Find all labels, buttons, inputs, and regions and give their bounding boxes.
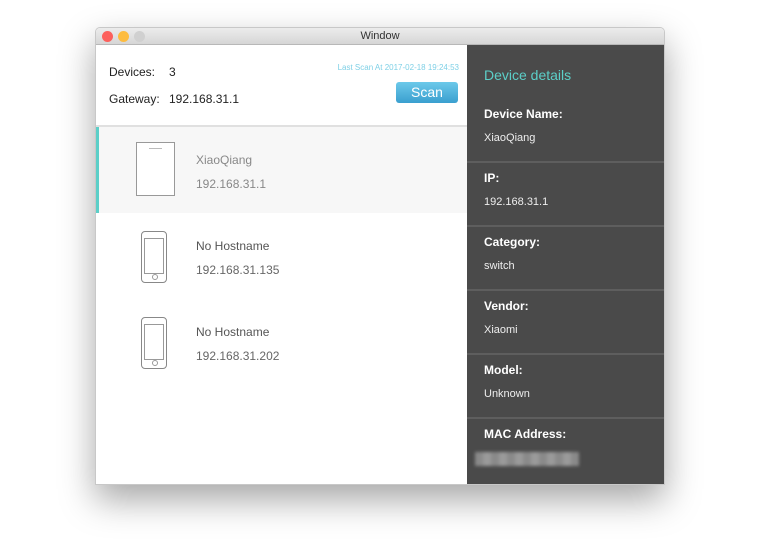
mac-address-redacted bbox=[475, 452, 579, 466]
devices-count: 3 bbox=[169, 65, 176, 79]
zoom-button[interactable] bbox=[134, 31, 145, 42]
device-name: XiaoQiang bbox=[196, 153, 253, 167]
field-value: switch bbox=[484, 260, 515, 272]
gateway-label: Gateway: bbox=[109, 92, 160, 106]
field-value: Unknown bbox=[484, 388, 530, 400]
minimize-button[interactable] bbox=[118, 31, 129, 42]
field-value: 192.168.31.1 bbox=[484, 196, 549, 208]
field-label: Vendor: bbox=[484, 299, 529, 313]
device-details-panel: Device details Device Name: XiaoQiang IP… bbox=[467, 45, 664, 484]
scan-header: Devices: 3 Gateway: 192.168.31.1 Last Sc… bbox=[96, 45, 467, 127]
phone-icon bbox=[141, 317, 167, 369]
app-window: Window Devices: 3 Gateway: 192.168.31.1 … bbox=[95, 27, 665, 485]
field-label: IP: bbox=[484, 171, 500, 185]
device-ip: 192.168.31.135 bbox=[196, 263, 280, 277]
details-title: Device details bbox=[484, 67, 572, 83]
device-name: No Hostname bbox=[196, 325, 270, 339]
detail-device-name: Device Name: XiaoQiang bbox=[467, 99, 664, 163]
detail-vendor: Vendor: Xiaomi bbox=[467, 291, 664, 355]
tablet-icon bbox=[136, 142, 175, 196]
field-label: MAC Address: bbox=[484, 427, 567, 441]
field-label: Model: bbox=[484, 363, 523, 377]
title-bar: Window bbox=[96, 28, 664, 45]
device-name: No Hostname bbox=[196, 239, 270, 253]
field-value: XiaoQiang bbox=[484, 132, 536, 144]
window-title: Window bbox=[360, 30, 400, 42]
phone-icon bbox=[141, 231, 167, 283]
device-ip: 192.168.31.1 bbox=[196, 177, 267, 191]
device-row[interactable]: No Hostname 192.168.31.135 bbox=[96, 213, 467, 299]
detail-mac: MAC Address: bbox=[467, 419, 664, 483]
detail-category: Category: switch bbox=[467, 227, 664, 291]
close-button[interactable] bbox=[102, 31, 113, 42]
field-label: Category: bbox=[484, 235, 541, 249]
field-label: Device Name: bbox=[484, 107, 563, 121]
gateway-ip: 192.168.31.1 bbox=[169, 92, 240, 106]
device-list-pane: Devices: 3 Gateway: 192.168.31.1 Last Sc… bbox=[96, 45, 467, 484]
detail-ip: IP: 192.168.31.1 bbox=[467, 163, 664, 227]
field-value: Xiaomi bbox=[484, 324, 518, 336]
scan-button[interactable]: Scan bbox=[396, 82, 458, 103]
last-scan-time: Last Scan At 2017-02-18 19:24:53 bbox=[337, 63, 459, 72]
device-row[interactable]: XiaoQiang 192.168.31.1 bbox=[96, 127, 467, 213]
device-row[interactable]: No Hostname 192.168.31.202 bbox=[96, 299, 467, 385]
detail-model: Model: Unknown bbox=[467, 355, 664, 419]
device-ip: 192.168.31.202 bbox=[196, 349, 280, 363]
devices-label: Devices: bbox=[109, 65, 156, 79]
